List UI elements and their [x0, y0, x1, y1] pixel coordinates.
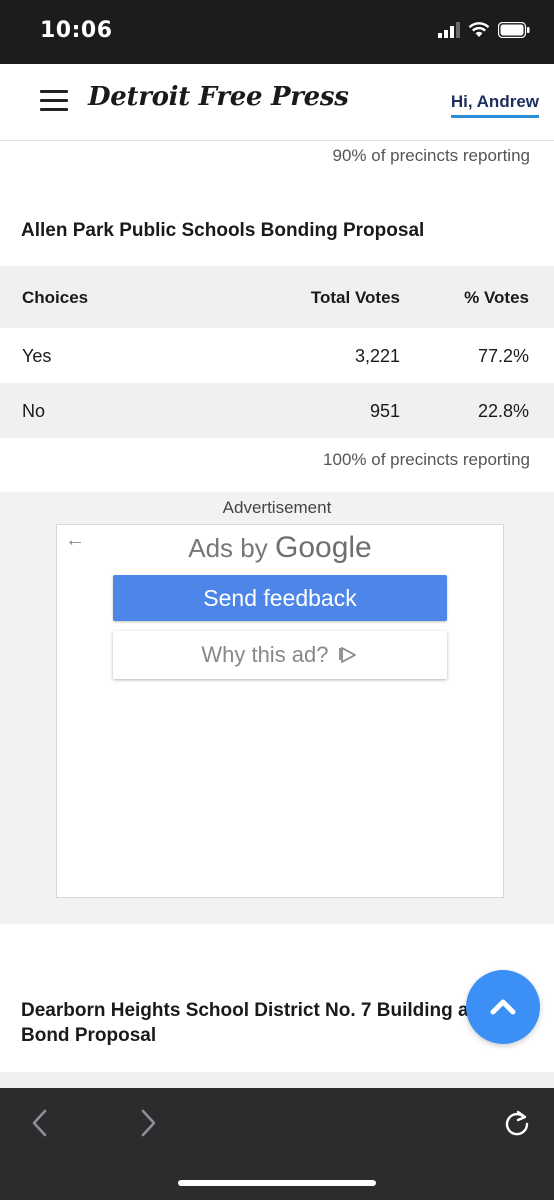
status-bar: 10:06	[0, 0, 554, 64]
ads-by-google: Ads by Google	[57, 531, 503, 565]
chevron-left-icon[interactable]	[28, 1108, 52, 1138]
percent-cell: 22.8%	[477, 401, 529, 421]
google-wordmark: Google	[274, 531, 372, 564]
column-header-choices: Choices	[22, 288, 89, 307]
percent-cell: 77.2%	[477, 346, 529, 366]
status-time: 10:06	[40, 18, 113, 43]
send-feedback-button[interactable]: Send feedback	[113, 575, 447, 621]
hamburger-menu-icon[interactable]	[40, 90, 68, 112]
next-race-title: Dearborn Heights School District No. 7 B…	[21, 1000, 532, 1046]
signal-icon	[438, 22, 460, 38]
why-this-ad-label: Why this ad?	[201, 642, 329, 667]
home-indicator	[178, 1180, 376, 1186]
wifi-icon	[468, 22, 490, 37]
column-header-total-votes: Total Votes	[310, 288, 400, 307]
reload-icon[interactable]	[502, 1108, 532, 1138]
ads-by-prefix: Ads by	[188, 533, 268, 563]
race-reporting: 100% of precincts reporting	[323, 450, 530, 469]
scroll-to-top-button[interactable]	[466, 970, 540, 1044]
why-this-ad-button[interactable]: Why this ad?	[113, 631, 447, 679]
table-row: No 951 22.8%	[0, 383, 554, 438]
brand-logo[interactable]: Detroit Free Press	[88, 82, 349, 112]
choice-cell: No	[22, 401, 46, 421]
user-greeting-link[interactable]: Hi, Andrew	[450, 92, 539, 118]
table-row: Yes 3,221 77.2%	[0, 328, 554, 383]
race-title: Allen Park Public Schools Bonding Propos…	[21, 220, 425, 241]
column-header-percent-votes: % Votes	[464, 288, 529, 307]
ad-frame: ← Ads by Google Send feedback Why this a…	[56, 524, 504, 898]
status-icons	[438, 22, 530, 38]
votes-cell: 951	[369, 401, 400, 421]
ad-section: Advertisement ← Ads by Google Send feedb…	[0, 492, 554, 924]
app-header: Detroit Free Press Hi, Andrew	[0, 64, 554, 141]
results-table-header: Choices Total Votes % Votes	[0, 266, 554, 328]
choice-cell: Yes	[22, 346, 52, 366]
chevron-right-icon[interactable]	[136, 1108, 160, 1138]
chevron-up-icon	[490, 999, 516, 1015]
ad-label: Advertisement	[222, 498, 332, 517]
adchoices-icon	[338, 647, 356, 663]
previous-race-reporting: 90% of precincts reporting	[332, 146, 531, 165]
section-divider	[0, 1072, 554, 1088]
battery-icon	[498, 22, 530, 38]
votes-cell: 3,221	[354, 346, 400, 366]
